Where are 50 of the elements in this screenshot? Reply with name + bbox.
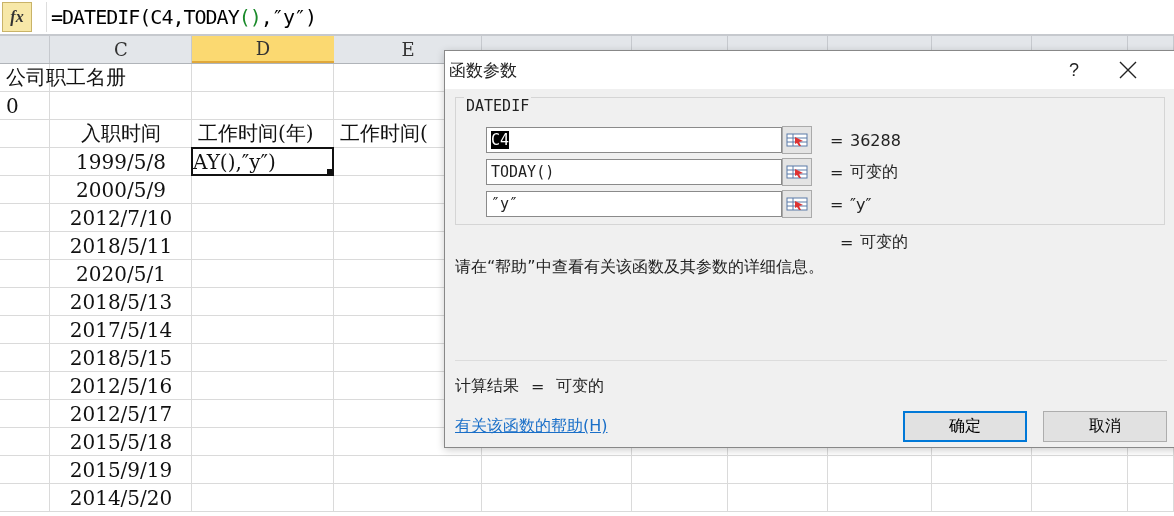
table-cell-text: 公司职工名册 [5, 64, 127, 91]
description-text: 请在“帮助”中查看有关该函数及其参数的详细信息。 [455, 257, 825, 278]
equals-sign: = [830, 194, 845, 214]
help-link[interactable]: 有关该函数的帮助(H) [455, 416, 608, 437]
table-cell-text: 2012/5/17 [68, 400, 174, 427]
formula-result-label: 计算结果 [455, 375, 519, 397]
ok-button[interactable]: 确定 [903, 411, 1027, 442]
table-cell-text: 2000/5/9 [75, 176, 167, 203]
argument-field[interactable]: C4 [486, 127, 782, 153]
collapse-dialog-button[interactable] [782, 126, 812, 154]
formula-field[interactable]: =DATEDIF(C4,TODAY(),″y″) [46, 2, 1174, 32]
table-cell-text: 2018/5/15 [68, 344, 174, 371]
argument-result: 可变的 [850, 161, 898, 183]
close-icon[interactable] [1119, 61, 1137, 79]
table-cell-text: 入职时间 [80, 120, 162, 147]
table-cell-text: 工作时间(年) [197, 120, 315, 147]
dialog-title: 函数参数 [449, 58, 518, 82]
table-cell-text: 1999/5/8 [75, 148, 167, 175]
column-header[interactable]: C [50, 36, 192, 63]
table-cell-text: 2012/7/10 [68, 204, 174, 231]
table-cell-text: 2018/5/11 [68, 232, 174, 259]
table-cell-text: 2018/5/13 [68, 288, 174, 315]
table-cell-text: 工作时间( [339, 120, 429, 147]
help-button[interactable]: ? [1069, 59, 1079, 81]
equals-sign: = [531, 376, 545, 396]
argument-result: 36288 [850, 130, 901, 150]
table-cell-text: 2015/5/18 [68, 428, 174, 455]
table-cell-text: 2012/5/16 [68, 372, 174, 399]
table-cell: AY(),″y″) [191, 147, 334, 176]
column-header[interactable]: D [192, 36, 334, 63]
table-arrow-icon [786, 164, 808, 180]
table-cell-text: 0 [5, 92, 20, 119]
equals-sign: = [840, 232, 855, 252]
argument-result: ″y″ [850, 194, 872, 214]
table-cell-text: 2015/9/19 [68, 456, 174, 483]
argument-field[interactable]: TODAY() [486, 159, 782, 185]
table-arrow-icon [786, 196, 808, 212]
table-cell-text: 2017/5/14 [68, 316, 174, 343]
table-arrow-icon [786, 132, 808, 148]
argument-field[interactable]: ″y″ [486, 191, 782, 217]
collapse-dialog-button[interactable] [782, 190, 812, 218]
collapse-dialog-button[interactable] [782, 158, 812, 186]
cancel-button[interactable]: 取消 [1043, 411, 1167, 442]
equals-sign: = [830, 162, 845, 182]
formula-result-value: 可变的 [556, 375, 605, 397]
insert-function-button[interactable]: fx [2, 2, 32, 32]
equals-sign: = [830, 130, 845, 150]
table-cell-text: 2020/5/1 [75, 260, 167, 287]
function-result: 可变的 [860, 231, 908, 253]
table-cell-text: 2014/5/20 [68, 484, 174, 511]
